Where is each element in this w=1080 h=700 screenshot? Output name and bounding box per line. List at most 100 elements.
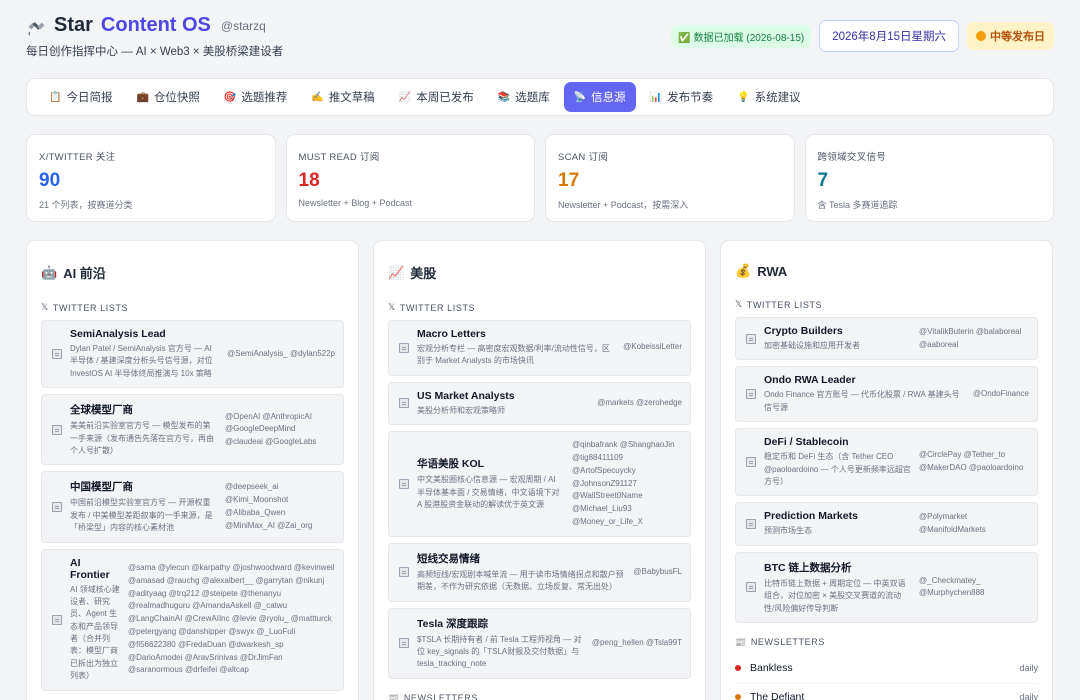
- data-loaded-badge: ✅ 数据已加载 (2026-08-15): [671, 24, 812, 48]
- list-item-name: 华语美股 KOL: [417, 458, 485, 471]
- list-item-accounts: @_Checkmatey_ @Murphychen888: [919, 575, 985, 598]
- stat-value: 7: [817, 170, 829, 191]
- stat-label: X/TWITTER 关注: [39, 152, 116, 163]
- tab-label: 选题推荐: [241, 92, 288, 104]
- twitter-list-item[interactable]: SemiAnalysis Lead Dylan Patel / SemiAnaly…: [41, 320, 344, 389]
- header-status: ✅ 数据已加载 (2026-08-15) 2026年8月15日星期六 中等发布日: [671, 20, 1054, 52]
- newsletter-name: Bankless: [750, 661, 793, 674]
- list-icon: [746, 389, 756, 400]
- list-item-accounts: @qinbafrank @ShanghaoJin @tig88411109 @A…: [572, 440, 675, 526]
- stat-value: 18: [298, 170, 320, 191]
- robot-icon: 🤖: [41, 264, 58, 280]
- satellite-icon: [28, 21, 45, 36]
- stat-desc: Newsletter + Podcast，按需深入: [558, 200, 689, 210]
- brand-name-star: Star: [54, 14, 93, 36]
- section-label-text: TWITTER LISTS: [746, 299, 823, 310]
- list-item-name: Ondo RWA Leader: [764, 374, 856, 387]
- list-item-desc: 中国前沿模型实验室官方号 — 开源权重发布 / 中美模型差距叙事的一手来源，是「…: [70, 498, 213, 533]
- twitter-lists-label: 𝕏 TWITTER LISTS: [388, 302, 691, 313]
- twitter-list-item[interactable]: 全球模型厂商美美前沿实验室官方号 — 模型发布的第一手来源（发布通告先落在官方号…: [41, 394, 344, 466]
- column-title: 📈 美股: [388, 263, 691, 282]
- twitter-list-item[interactable]: 中国模型厂商中国前沿模型实验室官方号 — 开源权重发布 / 中美模型差距叙事的一…: [41, 471, 344, 543]
- list-icon: [399, 398, 409, 409]
- source-column: 🤖 AI 前沿 𝕏 TWITTER LISTS SemiAnalysis Lead Dyl…: [26, 240, 359, 700]
- newsletter-frequency: daily: [1019, 662, 1038, 673]
- tab-6[interactable]: 📡 信息源: [563, 82, 636, 112]
- list-item-name: Crypto Builders: [764, 325, 843, 337]
- list-item-desc: AI 领域核心建设者、研究员、Agent 生态和产品领导者（合并列表：模型厂商已…: [70, 584, 120, 681]
- list-item-name: 全球模型厂商: [70, 404, 133, 417]
- list-item-desc: 比特币链上数据 + 周期定位 — 中英双语组合，对位加密 × 美股交叉赛道的流动…: [764, 578, 906, 613]
- list-item-name: Prediction Markets: [764, 510, 858, 523]
- list-item-accounts: @peng_hellen @Tsla99T: [591, 637, 682, 647]
- list-item-info: Prediction Markets 预测市场生态: [764, 510, 911, 537]
- twitter-list-item[interactable]: Macro Letters 宏观分析专栏 — 高密度宏观数据/利率/流动性信号，区…: [388, 320, 691, 376]
- tab-label: 今日简报: [66, 92, 113, 104]
- stat-value: 90: [39, 170, 61, 191]
- list-item-name: US Market Analysts: [417, 389, 515, 402]
- stat-label: SCAN 订阅: [558, 152, 609, 163]
- list-item-desc: 加密基础设施和应用开发者: [764, 341, 860, 350]
- stat-card: SCAN 订阅 17 Newsletter + Podcast，按需深入: [545, 134, 795, 222]
- list-item-info: Macro Letters 宏观分析专栏 — 高密度宏观数据/利率/流动性信号，区…: [417, 328, 615, 368]
- list-icon: [746, 333, 756, 344]
- stat-card: MUST READ 订阅 18 Newsletter + Blog + Podcas…: [285, 134, 535, 222]
- tab-2[interactable]: 🎯 选题推荐: [214, 82, 297, 112]
- list-icon: [399, 478, 409, 489]
- list-item-name: 中国模型厂商: [70, 481, 133, 494]
- newsletter-icon: 📰: [735, 636, 747, 647]
- publish-level-badge: 中等发布日: [967, 22, 1054, 50]
- pen-icon: ✍️: [311, 91, 324, 103]
- column-title: 💰 RWA: [735, 263, 1038, 279]
- tab-label: 仓位快照: [153, 92, 200, 104]
- list-item-name: 短线交易情绪: [417, 552, 480, 565]
- list-icon: [746, 457, 756, 468]
- section-label-text: TWITTER LISTS: [52, 302, 129, 313]
- twitter-list-item[interactable]: DeFi / Stablecoin 稳定币和 DeFi 生态（含 Tether C…: [735, 428, 1038, 497]
- list-item-desc: Ondo Finance 官方账号 — 代币化股票 / RWA 基建头号信号源: [764, 390, 960, 412]
- twitter-lists-label: 𝕏 TWITTER LISTS: [735, 299, 1038, 310]
- twitter-list-item[interactable]: BTC 链上数据分析比特币链上数据 + 周期定位 — 中英双语组合，对位加密 ×…: [735, 551, 1038, 623]
- publish-level-label: 中等发布日: [990, 31, 1045, 43]
- list-item-desc: 美股分析师和宏观策略师: [417, 405, 505, 415]
- newsletter-item[interactable]: The Defiant daily: [735, 684, 1038, 700]
- list-item-accounts: @Polymarket @ManifoldMarkets: [919, 512, 986, 535]
- newsletter-name: The Defiant: [750, 690, 805, 700]
- twitter-list-item[interactable]: US Market Analysts 美股分析师和宏观策略师 @markets @z…: [388, 381, 691, 426]
- twitter-list-item[interactable]: 华语美股 KOL 中文美股圈核心信息源 — 宏观周期 / AI 半导体基本面 / …: [388, 431, 691, 537]
- user-handle: @starzq: [220, 18, 266, 33]
- twitter-list-item[interactable]: Crypto Builders 加密基础设施和应用开发者 @VitalikButer…: [735, 317, 1038, 361]
- newsletter-item[interactable]: Bankless daily: [735, 655, 1038, 684]
- list-item-accounts: @CirclePay @Tether_to @MakerDAO @paoloar…: [919, 450, 1024, 473]
- list-item-accounts: @OndoFinance: [972, 388, 1029, 398]
- tab-8[interactable]: 💡 系统建议: [727, 82, 810, 112]
- twitter-list-item[interactable]: Prediction Markets 预测市场生态 @Polymarket @Man…: [735, 502, 1038, 546]
- list-item-name: BTC 链上数据分析: [764, 561, 852, 574]
- tab-5[interactable]: 📚 选题库: [488, 82, 560, 112]
- x-logo-icon: 𝕏: [388, 302, 396, 312]
- twitter-list-item[interactable]: Ondo RWA Leader Ondo Finance 官方账号 — 代币化股票…: [735, 366, 1038, 423]
- list-icon: [399, 638, 409, 649]
- tab-7[interactable]: 📊 发布节奏: [640, 82, 723, 112]
- list-item-info: Ondo RWA Leader Ondo Finance 官方账号 — 代币化股票…: [764, 374, 965, 414]
- source-column: 📈 美股 𝕏 TWITTER LISTS Macro Letters 宏观分析专栏 — 高…: [373, 240, 706, 700]
- source-column: 💰 RWA 𝕏 TWITTER LISTS Crypto Builders 加密基础设施和…: [720, 240, 1053, 700]
- twitter-list-item[interactable]: 短线交易情绪高频短线/宏观剧本喊单流 — 用于读市场情绪拐点和散户预期差，不作为…: [388, 542, 691, 602]
- list-item-desc: 高频短线/宏观剧本喊单流 — 用于读市场情绪拐点和散户预期差，不作为研究依据（无…: [417, 569, 624, 592]
- twitter-list-item[interactable]: Tesla 深度跟踪 $TSLA 长期持有者 / 前 Tesla 工程师视角 — …: [388, 607, 691, 679]
- tab-1[interactable]: 💼 仓位快照: [126, 82, 209, 112]
- tab-4[interactable]: 📈 本周已发布: [389, 82, 484, 112]
- list-item-desc: 宏观分析专栏 — 高密度宏观数据/利率/流动性信号，区别于 Market Ana…: [417, 344, 610, 366]
- tab-bar: 📋 今日简报 💼 仓位快照 🎯 选题推荐 ✍️ 推文草稿 📈 本周已发布 📚 选题库 📡 信息源 📊 发布节奏…: [26, 78, 1054, 116]
- list-icon: [52, 501, 62, 512]
- list-item-desc: 美美前沿实验室官方号 — 模型发布的第一手来源（发布通告先落在官方号，再由个人号…: [70, 421, 214, 455]
- tab-0[interactable]: 📋 今日简报: [39, 82, 122, 112]
- list-item-info: Tesla 深度跟踪 $TSLA 长期持有者 / 前 Tesla 工程师视角 — …: [417, 616, 584, 671]
- twitter-lists-label: 𝕏 TWITTER LISTS: [41, 302, 344, 313]
- stat-desc: 含 Tesla 多赛道追踪: [817, 200, 898, 210]
- list-icon: [52, 614, 62, 625]
- tab-3[interactable]: ✍️ 推文草稿: [301, 82, 384, 112]
- twitter-list-item[interactable]: AI Frontier AI 领域核心建设者、研究员、Agent 生态和产品领导者…: [41, 548, 344, 691]
- status-dot-icon: [735, 693, 741, 700]
- list-item-accounts: @BabybusFL: [633, 566, 682, 576]
